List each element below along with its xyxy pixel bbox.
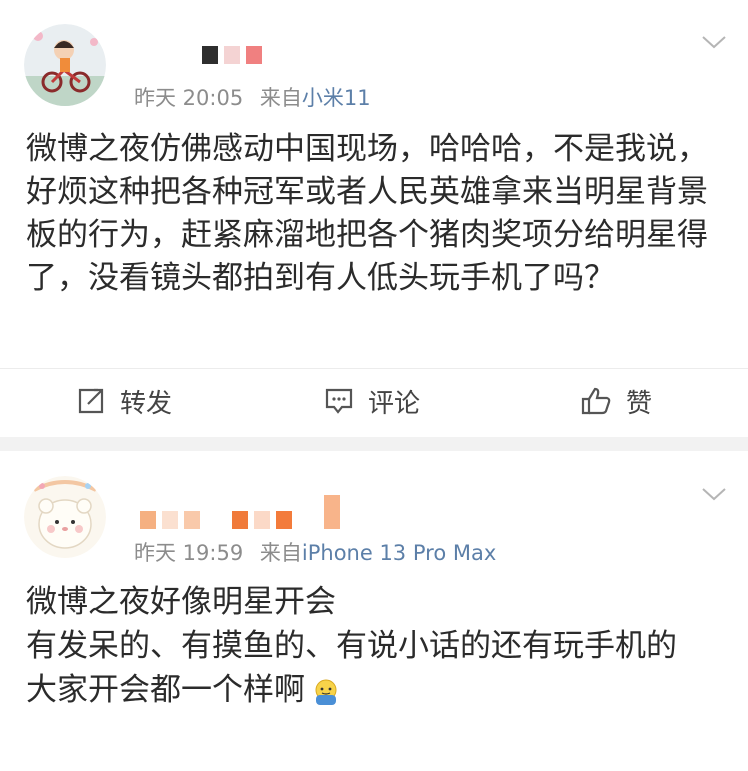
redaction-block [162,511,178,529]
post-content: 微博之夜仿佛感动中国现场，哈哈哈，不是我说，好烦这种把各种冠军或者人民英雄拿来当… [26,128,722,300]
redaction-block [276,511,292,529]
action-bar: 转发 评论 赞 [0,368,748,435]
device-link[interactable]: iPhone 13 Pro Max [302,541,496,565]
post-text-line: 微博之夜好像明星开会 [26,584,336,620]
like-icon [581,387,611,415]
source-prefix: 来自 [259,86,302,110]
chevron-down-icon[interactable] [700,32,728,52]
post-text-line: 大家开会都一个样啊 [26,668,722,712]
redaction-block [246,46,262,64]
post-meta: 昨天 19:59 来自iPhone 13 Pro Max [134,537,496,567]
avatar[interactable] [24,24,106,106]
comment-button[interactable]: 评论 [324,379,420,423]
weibo-post: 昨天 20:05 来自小米11 微博之夜仿佛感动中国现场，哈哈哈，不是我说，好烦… [0,0,748,437]
redaction-block [254,511,270,529]
device-link[interactable]: 小米11 [302,86,371,110]
redaction-block [136,46,196,64]
comment-icon [325,388,353,414]
post-separator [0,437,748,451]
redaction-block [140,511,156,529]
post-time: 昨天 20:05 [134,86,244,110]
post-text-line: 有发呆的、有摸鱼的、有说小话的还有玩手机的 [26,628,677,664]
source-prefix: 来自 [259,541,302,565]
redaction-block [206,511,226,529]
chevron-down-icon[interactable] [700,484,728,504]
avatar[interactable] [24,476,106,558]
like-label: 赞 [626,388,653,419]
like-button[interactable]: 赞 [580,379,652,423]
username-redacted[interactable] [140,495,340,529]
post-text: 微博之夜仿佛感动中国现场，哈哈哈，不是我说，好烦这种把各种冠军或者人民英雄拿来当… [26,131,708,296]
post-meta: 昨天 20:05 来自小米11 [134,82,371,112]
username-redacted[interactable] [120,46,262,64]
post-text-span: 大家开会都一个样啊 [26,672,305,708]
repost-label: 转发 [120,388,173,419]
weibo-post: 昨天 19:59 来自iPhone 13 Pro Max 微博之夜好像明星开会 … [0,451,748,771]
redaction-block [324,495,340,529]
redaction-block [120,46,130,64]
post-time: 昨天 19:59 [134,541,244,565]
redaction-block [224,46,240,64]
redaction-block [232,511,248,529]
redaction-block [202,46,218,64]
repost-icon [78,388,104,414]
post-content: 微博之夜好像明星开会 有发呆的、有摸鱼的、有说小话的还有玩手机的 大家开会都一个… [26,580,722,712]
repost-button[interactable]: 转发 [76,379,172,423]
comment-label: 评论 [368,388,421,419]
emoji-icon [315,679,337,705]
redaction-block [184,511,200,529]
redaction-block [298,511,318,529]
